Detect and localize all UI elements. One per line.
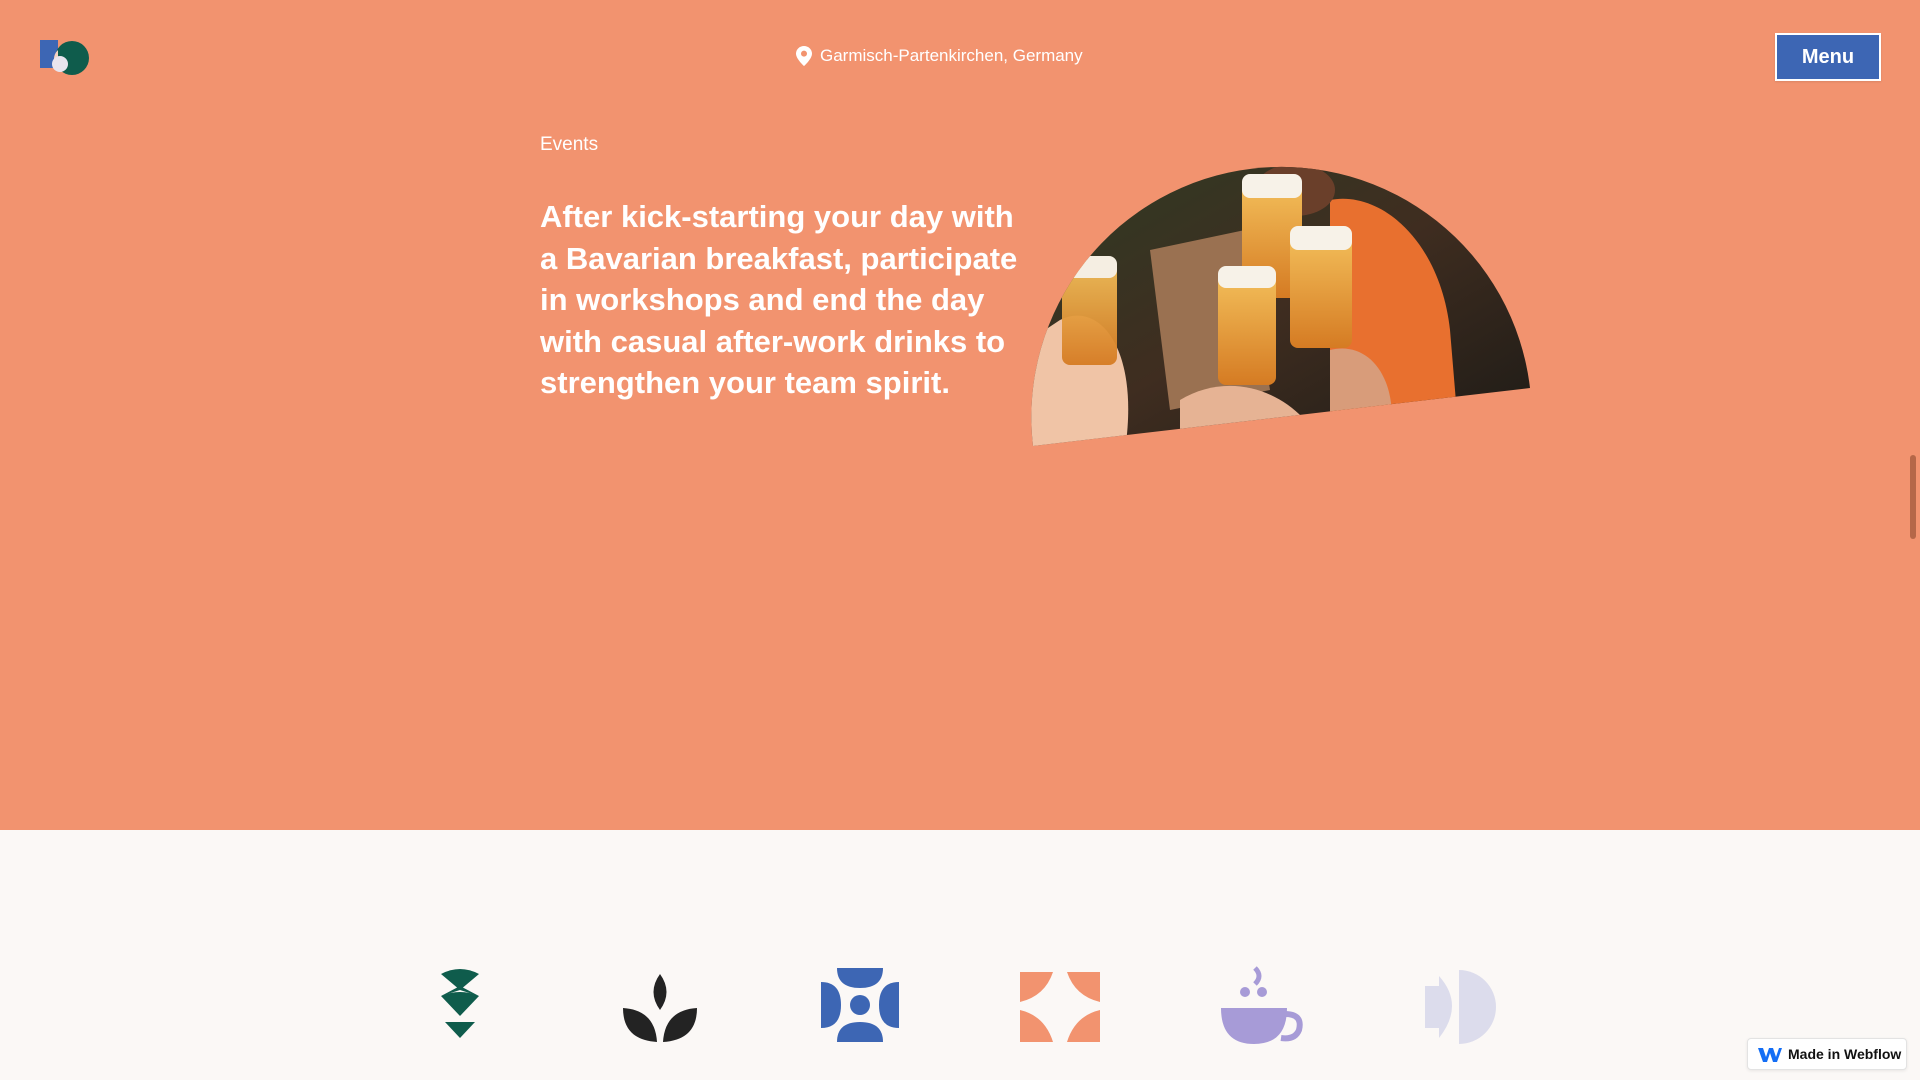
feature-icon-row — [0, 960, 1920, 1050]
hero-headline: After kick-starting your day with a Bava… — [540, 199, 1018, 400]
webflow-logo-icon — [1758, 1048, 1782, 1062]
map-pin-icon — [796, 46, 812, 66]
made-in-webflow-badge[interactable]: Made in Webflow — [1747, 1038, 1907, 1070]
lavender-half-circles-icon — [1415, 960, 1505, 1050]
beer-toast-photo — [1030, 160, 1536, 450]
orange-quadrant-icon — [1015, 960, 1105, 1050]
leaf-sprout-icon — [615, 960, 705, 1050]
menu-button[interactable]: Menu — [1775, 33, 1881, 81]
location-label: Garmisch-Partenkirchen, Germany — [796, 46, 1083, 66]
scrollbar-thumb[interactable] — [1910, 455, 1916, 539]
hero-section: Garmisch-Partenkirchen, Germany Menu Eve… — [0, 0, 1920, 830]
coffee-cup-icon — [1215, 960, 1305, 1050]
stacked-diamonds-icon — [415, 960, 505, 1050]
blue-cross-pattern-icon — [815, 960, 905, 1050]
badge-label: Made in Webflow — [1788, 1046, 1902, 1062]
location-text: Garmisch-Partenkirchen, Germany — [820, 46, 1083, 65]
section-eyebrow: Events — [540, 134, 599, 155]
logo-icon — [40, 40, 89, 75]
site-logo[interactable] — [38, 36, 94, 76]
